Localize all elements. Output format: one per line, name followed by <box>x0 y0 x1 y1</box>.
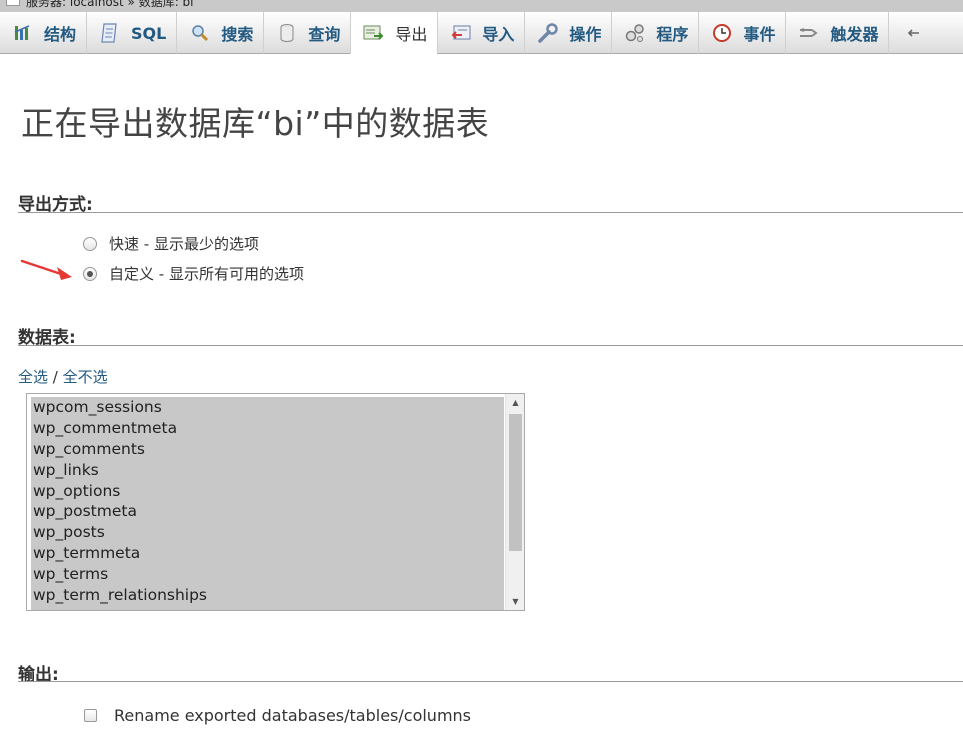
breadcrumb: 服务器: localhost » 数据库: bi <box>26 0 194 9</box>
tab-label: 搜索 <box>221 25 254 44</box>
table-option[interactable]: wp_comments <box>31 439 504 460</box>
tab-label: SQL <box>131 23 167 43</box>
rename-option[interactable]: Rename exported databases/tables/columns <box>84 706 471 725</box>
tab-sql[interactable]: SQL <box>87 12 178 54</box>
tab-label: 结构 <box>44 25 77 44</box>
window-icon <box>6 0 20 6</box>
radio-quick[interactable]: 快速 - 显示最少的选项 <box>83 233 259 254</box>
tab-label: 导入 <box>482 25 515 44</box>
scroll-down-arrow-icon[interactable]: ▼ <box>506 593 524 610</box>
tab-label: 事件 <box>743 25 776 44</box>
routines-icon <box>624 22 646 44</box>
import-icon <box>450 22 472 44</box>
query-icon <box>276 22 298 44</box>
search-icon <box>189 22 211 44</box>
rename-checkbox[interactable] <box>84 709 97 722</box>
breadcrumb-strip: 服务器: localhost » 数据库: bi <box>0 0 963 12</box>
tables-listbox[interactable]: wpcom_sessions wp_commentmeta wp_comment… <box>26 393 525 611</box>
table-option[interactable]: wpcom_sessions <box>31 397 504 418</box>
rename-label: Rename exported databases/tables/columns <box>114 706 472 725</box>
tab-routines[interactable]: 程序 <box>612 12 700 54</box>
scroll-thumb[interactable] <box>509 414 522 551</box>
tables-list: wpcom_sessions wp_commentmeta wp_comment… <box>31 397 504 610</box>
tab-import[interactable]: 导入 <box>438 12 526 54</box>
tab-more[interactable] <box>889 12 933 54</box>
divider <box>18 345 963 346</box>
clock-icon <box>711 22 733 44</box>
tab-triggers[interactable]: 触发器 <box>786 12 890 54</box>
wrench-icon <box>537 22 559 44</box>
radio-quick-label: 快速 - 显示最少的选项 <box>109 235 259 253</box>
triggers-icon <box>798 22 820 44</box>
page-title: 正在导出数据库“bi”中的数据表 <box>21 104 490 143</box>
sql-icon <box>99 22 121 44</box>
table-option[interactable]: wp_options <box>31 481 504 502</box>
select-none-link[interactable]: 全不选 <box>63 368 108 386</box>
table-option[interactable]: wp_commentmeta <box>31 418 504 439</box>
listbox-scrollbar[interactable]: ▲ ▼ <box>505 394 524 610</box>
tab-label: 触发器 <box>830 25 879 44</box>
red-arrow-annotation <box>20 259 72 280</box>
radio-button-checked[interactable] <box>83 266 97 281</box>
tab-query[interactable]: 查询 <box>264 12 352 54</box>
tab-label: 查询 <box>308 25 341 44</box>
table-option[interactable]: wp_postmeta <box>31 501 504 522</box>
separator: / <box>52 368 58 386</box>
tab-export[interactable]: 导出 <box>351 12 439 55</box>
radio-custom-label: 自定义 - 显示所有可用的选项 <box>109 265 304 283</box>
table-option[interactable]: wp_term_relationships <box>31 585 504 606</box>
tab-label: 导出 <box>395 25 428 44</box>
select-all-link[interactable]: 全选 <box>18 368 48 386</box>
tab-bar: 结构 SQL 搜索 查询 导出 导入 操作 程序 事件 触发器 <box>0 12 963 55</box>
table-option[interactable]: wp_termmeta <box>31 543 504 564</box>
more-tab-icon <box>901 22 923 44</box>
radio-custom[interactable]: 自定义 - 显示所有可用的选项 <box>83 263 304 284</box>
select-links: 全选 / 全不选 <box>18 366 108 387</box>
tab-events[interactable]: 事件 <box>699 12 787 54</box>
structure-icon <box>12 22 34 44</box>
table-option[interactable]: wp_posts <box>31 522 504 543</box>
scroll-up-arrow-icon[interactable]: ▲ <box>506 394 524 411</box>
tab-label: 程序 <box>656 25 689 44</box>
tab-search[interactable]: 搜索 <box>177 12 265 54</box>
tab-structure[interactable]: 结构 <box>0 12 88 54</box>
table-option[interactable]: wp_terms <box>31 564 504 585</box>
divider <box>18 681 963 682</box>
tab-operations[interactable]: 操作 <box>525 12 613 54</box>
divider <box>18 212 963 213</box>
table-option[interactable]: wp_links <box>31 460 504 481</box>
export-icon <box>363 22 385 44</box>
tab-label: 操作 <box>569 25 602 44</box>
radio-button[interactable] <box>83 236 97 251</box>
